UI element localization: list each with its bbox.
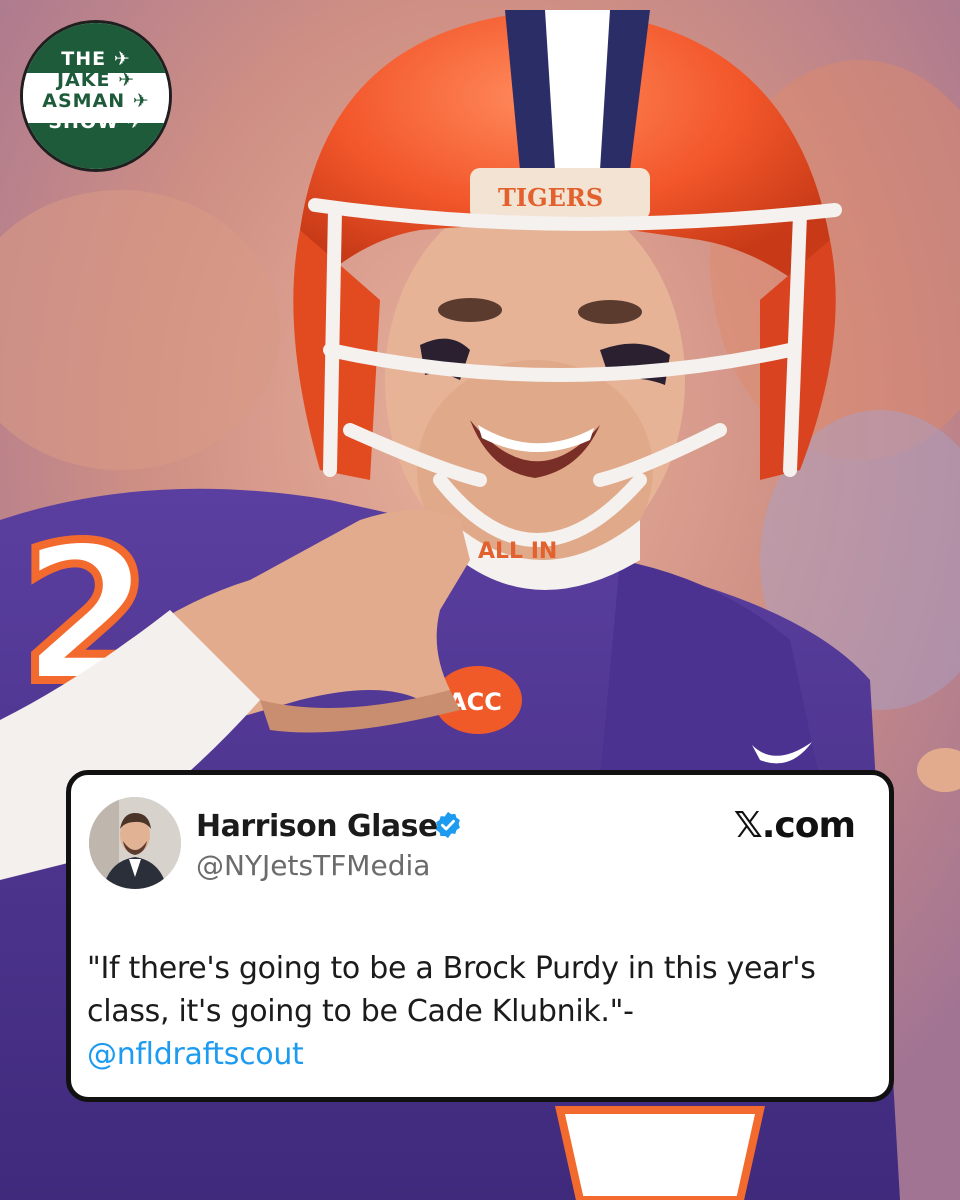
logo-line-jake: JAKE (56, 69, 111, 91)
chinstrap-label: ALL IN (478, 539, 557, 564)
show-logo: THE ✈ JAKE ✈ ASMAN ✈ SHOW ✈ (20, 20, 172, 172)
airplane-icon: ✈ (132, 90, 150, 112)
author-handle[interactable]: @NYJetsTFMedia (196, 849, 430, 882)
logo-line-asman: ASMAN (42, 90, 126, 112)
logo-line-the: THE (61, 48, 107, 70)
mention-link[interactable]: @nfldraftscout (87, 1037, 304, 1072)
tweet-text: "If there's going to be a Brock Purdy in… (87, 947, 877, 1076)
avatar-image (89, 797, 181, 889)
author-name[interactable]: Harrison Glaser (196, 809, 453, 844)
verified-badge-icon (436, 811, 460, 839)
logo-line-show: SHOW (48, 111, 120, 133)
airplane-icon: ✈ (118, 69, 136, 91)
x-com-label[interactable]: 𝕏.com (734, 805, 856, 846)
helmet-label: TIGERS (498, 183, 603, 212)
svg-text:ACC: ACC (448, 688, 502, 716)
quote-text: "If there's going to be a Brock Purdy in… (87, 951, 816, 1029)
logo-text: THE ✈ JAKE ✈ ASMAN ✈ SHOW ✈ (23, 49, 169, 133)
tweet-card[interactable]: Harrison Glaser @NYJetsTFMedia 𝕏.com "If… (66, 770, 894, 1102)
airplane-icon: ✈ (126, 111, 144, 133)
avatar[interactable] (89, 797, 181, 889)
airplane-icon: ✈ (113, 48, 131, 70)
